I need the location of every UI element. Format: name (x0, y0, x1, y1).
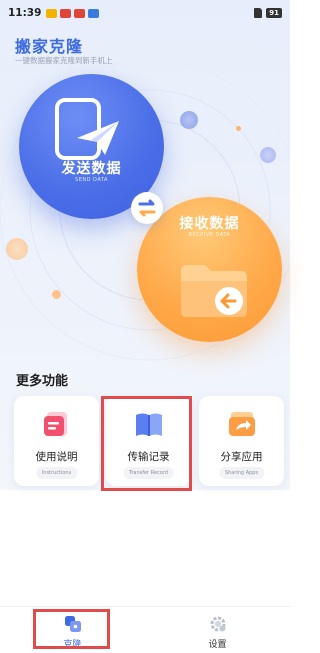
more-features-title: 更多功能 (16, 374, 69, 389)
share-apps-card[interactable]: 分享应用 Sharing Apps (199, 396, 284, 486)
card-sublabel: Sharing Apps (218, 467, 265, 479)
send-data-sublabel: SEND DATA (75, 177, 108, 183)
nav-label: 克隆 (63, 640, 82, 650)
instructions-icon (43, 412, 67, 436)
decorative-dot (6, 238, 28, 260)
nav-label: 设置 (208, 640, 227, 650)
folder-icon (181, 265, 247, 317)
status-right: 91 (254, 8, 282, 18)
card-sublabel: Transfer Record (123, 467, 174, 479)
gear-icon (210, 616, 225, 632)
notification-icons (46, 8, 100, 18)
app-notification-icon (74, 8, 86, 18)
decorative-dot (52, 290, 61, 299)
clone-icon (64, 616, 81, 632)
status-time: 11:39 (8, 7, 42, 19)
decorative-dot (180, 111, 198, 129)
status-bar: 11:39 91 (0, 0, 290, 26)
card-label: 传输记录 (127, 451, 170, 463)
card-label: 分享应用 (220, 451, 263, 463)
card-sublabel: Instructions (35, 467, 78, 479)
app-notification-icon (46, 8, 58, 18)
transfer-record-card[interactable]: 传输记录 Transfer Record (106, 396, 191, 486)
battery-indicator: 91 (266, 8, 282, 18)
paper-plane-icon (77, 121, 119, 155)
transfer-record-icon (135, 413, 162, 436)
decorative-dot (236, 126, 241, 131)
share-apps-icon (228, 412, 255, 436)
send-data-label: 发送数据 (61, 161, 122, 177)
nav-tab-settings[interactable]: 设置 (145, 607, 290, 653)
transfer-swap-icon (131, 192, 163, 224)
decorative-dot (260, 147, 276, 163)
page-title: 搬家克隆 (15, 37, 84, 56)
card-label: 使用说明 (35, 451, 78, 463)
app-notification-icon (60, 8, 72, 18)
app-notification-icon (88, 8, 100, 18)
nav-tab-clone[interactable]: 克隆 (0, 607, 145, 653)
sim-icon (254, 8, 263, 18)
instructions-card[interactable]: 使用说明 Instructions (14, 396, 99, 486)
receive-data-sublabel: RECEIVE DATA (188, 232, 231, 238)
bottom-navigation: 克隆 设置 (0, 606, 290, 653)
